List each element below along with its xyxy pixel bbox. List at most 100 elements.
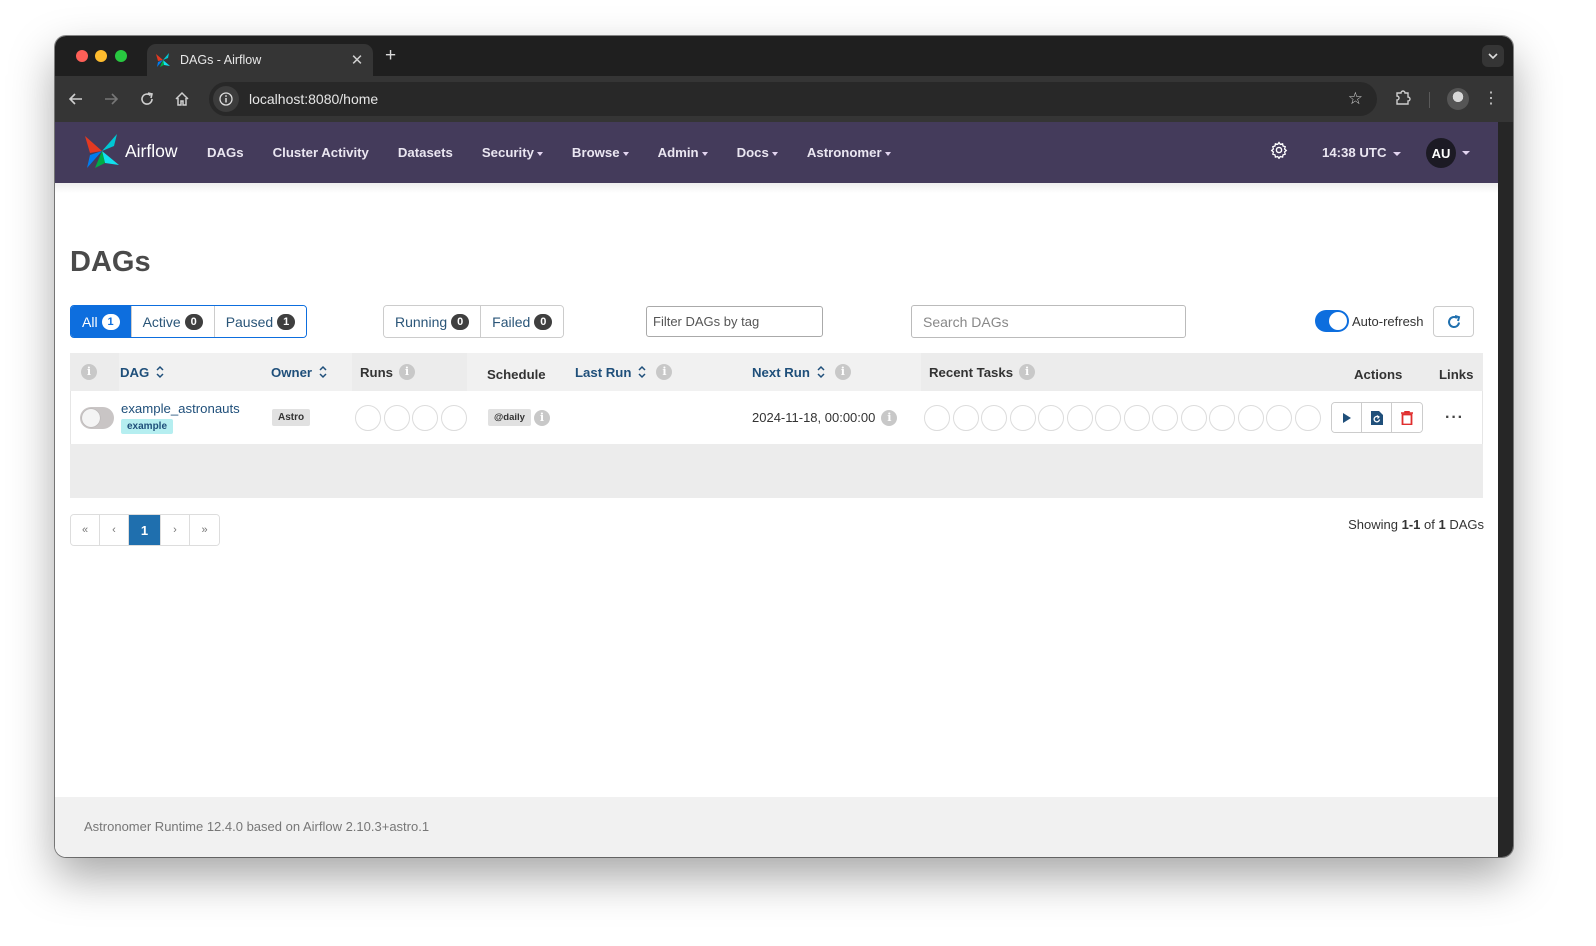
scrollbar-gutter[interactable] — [1498, 122, 1513, 857]
info-icon[interactable]: i — [834, 364, 851, 380]
header-last-run[interactable]: Last Run i — [575, 353, 673, 391]
task-status-circle[interactable] — [1123, 404, 1150, 431]
owner-cell: Astro — [272, 391, 311, 444]
header-owner[interactable]: Owner — [271, 353, 328, 391]
reload-button[interactable] — [137, 89, 157, 109]
page-footer: Astronomer Runtime 12.4.0 based on Airfl… — [55, 797, 1498, 857]
arrow-left-icon — [68, 93, 82, 105]
bookmark-star-icon[interactable]: ☆ — [1348, 89, 1363, 109]
close-tab-icon[interactable]: ✕ — [347, 51, 367, 69]
auto-refresh-switch[interactable] — [1315, 310, 1349, 332]
task-status-circle[interactable] — [1294, 404, 1321, 431]
trigger-dag-button[interactable] — [1332, 403, 1362, 432]
minimize-window-button[interactable] — [95, 50, 107, 62]
nav-cluster-activity[interactable]: Cluster Activity — [273, 145, 369, 160]
task-status-circle[interactable] — [1209, 404, 1235, 431]
nav-docs[interactable]: Docs — [737, 145, 778, 160]
tab-search-button[interactable] — [1482, 45, 1504, 67]
task-status-circle[interactable] — [1180, 404, 1207, 431]
dag-tag[interactable]: example — [121, 419, 174, 434]
run-status-circle[interactable] — [383, 404, 410, 431]
user-menu[interactable]: AU — [1426, 138, 1470, 168]
header-next-run[interactable]: Next Run i — [752, 353, 851, 391]
count-badge: 0 — [534, 313, 553, 330]
new-tab-button[interactable]: + — [385, 45, 396, 67]
current-page-button[interactable]: 1 — [129, 515, 161, 545]
filter-running-button[interactable]: Running 0 — [384, 306, 482, 337]
profile-avatar[interactable] — [1447, 88, 1469, 110]
prev-page-button[interactable]: ‹ — [100, 515, 129, 545]
task-status-circle[interactable] — [924, 404, 950, 431]
search-dags-input[interactable] — [911, 305, 1186, 338]
header-actions-label: Actions — [1354, 366, 1403, 382]
run-status-circle[interactable] — [355, 404, 381, 431]
maximize-window-button[interactable] — [115, 50, 127, 62]
nav-astronomer[interactable]: Astronomer — [807, 145, 891, 160]
nav-datasets[interactable]: Datasets — [398, 145, 453, 160]
airflow-brand[interactable]: Airflow — [83, 132, 178, 170]
info-icon[interactable]: i — [81, 364, 97, 380]
header-links-label: Links — [1439, 366, 1474, 382]
run-status-circle[interactable] — [440, 404, 467, 431]
info-icon[interactable]: i — [881, 409, 898, 426]
delete-dag-button[interactable] — [1392, 403, 1422, 432]
info-icon[interactable]: i — [533, 409, 550, 426]
chevron-down-icon — [1488, 53, 1498, 60]
task-status-circle[interactable] — [952, 404, 979, 431]
refresh-dag-button[interactable] — [1362, 403, 1392, 432]
site-info-button[interactable] — [213, 86, 239, 112]
page-title: DAGs — [70, 246, 151, 278]
filter-paused-button[interactable]: Paused 1 — [214, 306, 307, 337]
pagination: « ‹ 1 › » — [70, 514, 220, 546]
dag-link[interactable]: example_astronauts — [121, 401, 240, 416]
first-page-button[interactable]: « — [71, 515, 100, 545]
last-page-button[interactable]: » — [190, 515, 219, 545]
nav-browse[interactable]: Browse — [572, 145, 629, 160]
current-time: 14:38 UTC — [1322, 145, 1387, 160]
more-links-button[interactable]: ··· — [1445, 409, 1464, 427]
task-status-circle[interactable] — [1066, 404, 1093, 431]
browser-window: DAGs - Airflow ✕ + localhost:8080/home ☆ — [55, 36, 1513, 857]
browser-tab[interactable]: DAGs - Airflow ✕ — [147, 44, 373, 76]
refresh-button[interactable] — [1433, 306, 1474, 337]
back-button[interactable] — [66, 89, 86, 109]
address-bar[interactable]: localhost:8080/home ☆ — [209, 82, 1377, 116]
filter-all-label: All — [82, 313, 98, 330]
tag-filter-input[interactable] — [646, 306, 823, 337]
dag-pause-toggle[interactable] — [80, 406, 114, 429]
home-button[interactable] — [172, 89, 192, 109]
theme-settings-button[interactable] — [1270, 141, 1288, 164]
info-icon[interactable]: i — [398, 364, 415, 380]
links-cell: ··· — [1445, 391, 1464, 444]
info-icon[interactable]: i — [1019, 364, 1036, 380]
airflow-favicon-icon — [156, 53, 170, 67]
task-status-circle[interactable] — [1237, 404, 1264, 431]
caret-down-icon — [884, 151, 891, 156]
sort-icon — [638, 365, 646, 379]
browser-menu-icon[interactable]: ⋮ — [1483, 88, 1499, 108]
timezone-dropdown[interactable]: 14:38 UTC — [1322, 145, 1401, 160]
info-icon[interactable]: i — [656, 364, 673, 380]
airflow-logo-icon — [85, 134, 119, 168]
task-status-circle[interactable] — [1038, 404, 1064, 431]
nav-dags[interactable]: DAGs — [207, 145, 244, 160]
header-dag[interactable]: DAG — [120, 353, 165, 391]
filter-all-button[interactable]: All 1 — [71, 306, 132, 337]
owner-label[interactable]: Astro — [272, 409, 311, 426]
run-status-circle[interactable] — [412, 404, 438, 431]
filter-active-button[interactable]: Active 0 — [131, 306, 215, 337]
task-status-circle[interactable] — [1009, 404, 1036, 431]
task-status-circle[interactable] — [981, 404, 1007, 431]
filter-failed-button[interactable]: Failed 0 — [481, 306, 564, 337]
forward-button[interactable] — [101, 89, 121, 109]
header-info[interactable]: i — [81, 353, 97, 391]
nav-admin[interactable]: Admin — [658, 145, 708, 160]
nav-security[interactable]: Security — [482, 145, 543, 160]
extensions-button[interactable] — [1394, 89, 1412, 112]
task-status-circle[interactable] — [1095, 404, 1121, 431]
auto-refresh-toggle[interactable]: Auto-refresh — [1315, 310, 1424, 332]
next-page-button[interactable]: › — [161, 515, 190, 545]
task-status-circle[interactable] — [1152, 404, 1178, 431]
task-status-circle[interactable] — [1266, 404, 1292, 431]
close-window-button[interactable] — [76, 50, 88, 62]
